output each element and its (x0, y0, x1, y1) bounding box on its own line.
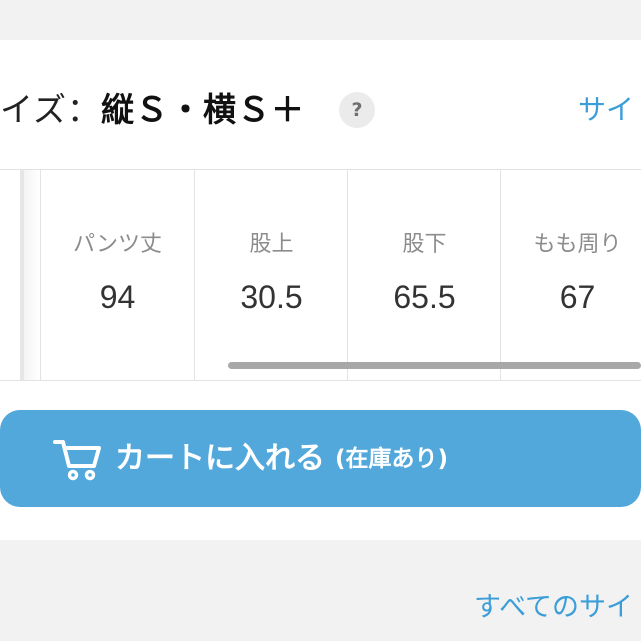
add-to-cart-label: カートに入れる (115, 440, 325, 476)
size-column-value: 30.5 (240, 279, 303, 315)
size-value: 縦Ｓ・横Ｓ＋ (101, 90, 306, 129)
stock-status: (在庫あり) (335, 445, 449, 472)
size-column-rise: 股上 30.5 (194, 170, 348, 380)
add-to-cart-button[interactable]: カートに入れる (在庫あり) (0, 410, 641, 507)
size-label: イズ： (0, 90, 102, 129)
size-column-value: 65.5 (393, 279, 456, 315)
size-column-inseam: 股下 65.5 (347, 170, 501, 380)
size-column-value: 94 (99, 279, 136, 315)
size-table: パンツ丈 94 股上 30.5 股下 65.5 もも周り 67 (0, 170, 641, 380)
size-column-label: パンツ丈 (72, 232, 163, 257)
size-table-scrollbar[interactable] (228, 362, 641, 369)
size-chart-link[interactable]: サイ (578, 90, 641, 130)
size-column-label: 股上 (249, 232, 294, 257)
help-icon[interactable]: ? (339, 92, 375, 128)
table-bottom-divider (0, 380, 641, 381)
all-sizes-link[interactable]: すべてのサイ (474, 588, 641, 628)
size-column-label: もも周り (533, 232, 622, 257)
size-column-label: 股下 (402, 232, 447, 257)
cart-icon (53, 439, 101, 480)
size-table-column-shadow (24, 170, 41, 380)
size-column-value: 67 (559, 279, 596, 315)
size-column-pants-length: パンツ丈 94 (41, 170, 194, 380)
selected-size: イズ：縦Ｓ・横Ｓ＋ (0, 88, 305, 132)
size-table-sticky-column (0, 170, 24, 380)
size-column-thigh: もも周り 67 (500, 170, 641, 380)
